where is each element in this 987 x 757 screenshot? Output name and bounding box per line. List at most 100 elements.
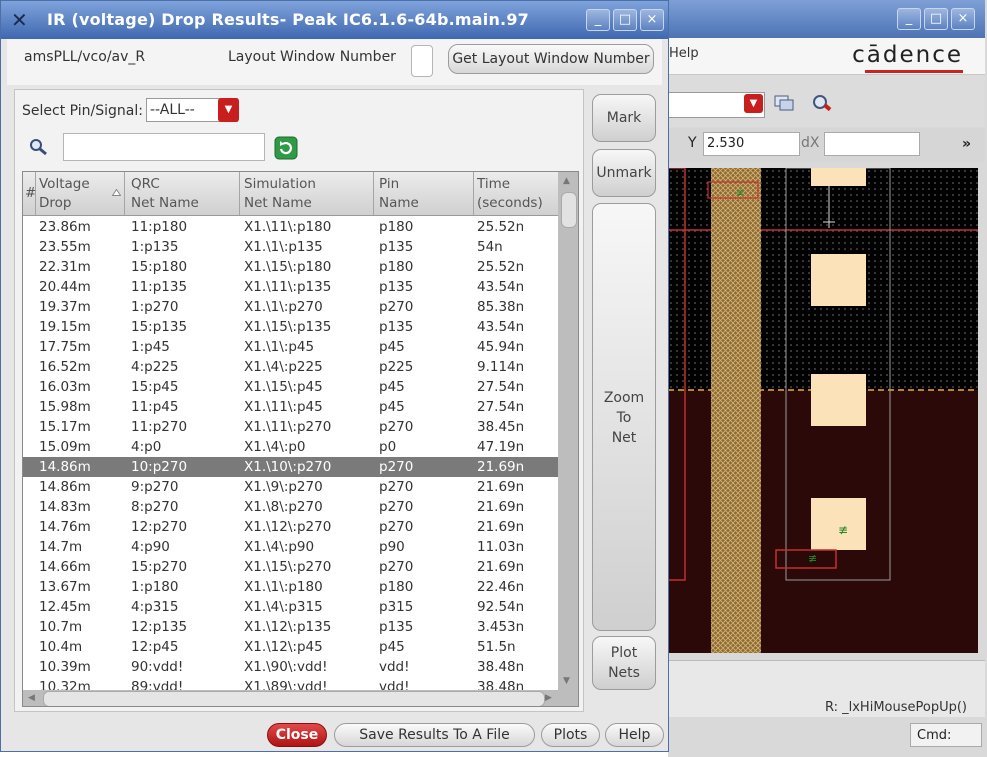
dialog-title: IR (voltage) Drop Results- Peak IC6.1.6-… xyxy=(47,10,529,29)
table-row[interactable]: 19.15m 15:p135 X1.\15\:p135 p135 43.54n xyxy=(23,317,558,337)
more-chevron-icon[interactable]: » xyxy=(962,136,971,152)
table-row[interactable]: 20.44m 11:p135 X1.\11\:p135 p135 43.54n xyxy=(23,277,558,297)
search-input[interactable] xyxy=(63,133,265,161)
layers-icon[interactable] xyxy=(773,93,795,113)
table-cell: 10.32m xyxy=(39,679,91,690)
table-cell: p270 xyxy=(379,499,414,515)
plot-nets-button[interactable]: Plot Nets xyxy=(592,636,656,690)
table-cell: 10:p270 xyxy=(131,459,188,475)
vertical-scroll-thumb[interactable] xyxy=(561,192,577,228)
refresh-icon[interactable] xyxy=(274,136,298,160)
table-cell: 27.54n xyxy=(477,379,525,395)
svg-text:≢: ≢ xyxy=(736,188,744,199)
minimize-button[interactable]: _ xyxy=(897,8,921,30)
column-qrc-net-name[interactable]: QRC Net Name xyxy=(131,175,199,213)
dialog-titlebar[interactable]: ✕ IR (voltage) Drop Results- Peak IC6.1.… xyxy=(1,1,668,39)
table-cell: p45 xyxy=(379,339,405,355)
table-cell: 15.17m xyxy=(39,419,91,435)
table-row[interactable]: 23.86m 11:p180 X1.\11\:p180 p180 25.52n xyxy=(23,217,558,237)
table-cell: p270 xyxy=(379,519,414,535)
table-row[interactable]: 12.45m 4:p315 X1.\4\:p315 p315 92.54n xyxy=(23,597,558,617)
results-table: # Voltage Drop QRC Net Name Simulation N… xyxy=(22,171,579,707)
table-row[interactable]: 14.86m 9:p270 X1.\9\:p270 p270 21.69n xyxy=(23,477,558,497)
table-cell: X1.\4\:p225 xyxy=(244,359,323,375)
scroll-up-icon[interactable]: ▲ xyxy=(563,176,570,186)
y-coordinate-field[interactable]: 2.530 xyxy=(703,132,800,156)
close-button[interactable]: Close xyxy=(267,723,327,747)
table-cell: 27.54n xyxy=(477,399,525,415)
horizontal-scroll-thumb[interactable] xyxy=(43,691,545,706)
layout-window-titlebar: _ □ × xyxy=(668,0,985,38)
table-cell: p45 xyxy=(379,639,405,655)
column-voltage-drop[interactable]: Voltage Drop xyxy=(39,175,90,213)
table-cell: X1.\11\:p180 xyxy=(244,219,332,235)
layout-window-number-label: Layout Window Number xyxy=(228,49,396,65)
zoom-icon[interactable] xyxy=(811,93,833,113)
get-layout-window-number-button[interactable]: Get Layout Window Number xyxy=(448,44,654,74)
table-row[interactable]: 14.76m 12:p270 X1.\12\:p270 p270 21.69n xyxy=(23,517,558,537)
column-pin-name[interactable]: Pin Name xyxy=(379,175,419,213)
column-simulation-net-name[interactable]: Simulation Net Name xyxy=(244,175,316,213)
table-cell: X1.\90\:vdd! xyxy=(244,659,328,675)
close-window-button[interactable]: × xyxy=(951,8,975,30)
svg-text:≢: ≢ xyxy=(808,552,817,565)
table-cell: 43.54n xyxy=(477,319,525,335)
table-row[interactable]: 16.03m 15:p45 X1.\15\:p45 p45 27.54n xyxy=(23,377,558,397)
vertical-scrollbar[interactable] xyxy=(558,172,578,690)
table-cell: p135 xyxy=(379,279,414,295)
table-cell: X1.\15\:p45 xyxy=(244,379,323,395)
table-cell: 23.55m xyxy=(39,239,91,255)
table-cell: 43.54n xyxy=(477,279,525,295)
table-row[interactable]: 10.39m 90:vdd! X1.\90\:vdd! vdd! 38.48n xyxy=(23,657,558,677)
table-row[interactable]: 15.98m 11:p45 X1.\11\:p45 p45 27.54n xyxy=(23,397,558,417)
table-cell: 47.19n xyxy=(477,439,525,455)
table-row[interactable]: 23.55m 1:p135 X1.\1\:p135 p135 54n xyxy=(23,237,558,257)
table-cell: 12:p135 xyxy=(131,619,188,635)
table-row[interactable]: 17.75m 1:p45 X1.\1\:p45 p45 45.94n xyxy=(23,337,558,357)
table-row[interactable]: 14.66m 15:p270 X1.\15\:p270 p270 21.69n xyxy=(23,557,558,577)
table-row[interactable]: 13.67m 1:p180 X1.\1\:p180 p180 22.46n xyxy=(23,577,558,597)
table-cell: p225 xyxy=(379,359,414,375)
layout-window-number-field[interactable] xyxy=(411,45,433,77)
table-cell: X1.\1\:p135 xyxy=(244,239,323,255)
scroll-right-icon[interactable]: ▶ xyxy=(545,693,552,703)
cmd-field[interactable]: Cmd: xyxy=(910,723,982,747)
unmark-button[interactable]: Unmark xyxy=(592,149,656,197)
dx-field[interactable] xyxy=(824,132,920,156)
table-row[interactable]: 16.52m 4:p225 X1.\4\:p225 p225 9.114n xyxy=(23,357,558,377)
maximize-button[interactable]: □ xyxy=(613,9,637,31)
column-time[interactable]: Time (seconds) xyxy=(477,175,543,213)
close-window-button[interactable]: × xyxy=(640,9,664,31)
header-line: Net Name xyxy=(244,195,312,211)
save-results-button[interactable]: Save Results To A File xyxy=(334,723,535,747)
table-row[interactable]: 10.4m 12:p45 X1.\12\:p45 p45 51.5n xyxy=(23,637,558,657)
table-body: 23.86m 11:p180 X1.\11\:p180 p180 25.52n 23.55… xyxy=(23,215,558,690)
table-cell: X1.\11\:p270 xyxy=(244,419,332,435)
mark-button[interactable]: Mark xyxy=(592,94,656,142)
help-button[interactable]: Help xyxy=(605,723,664,747)
table-row[interactable]: 14.7m 4:p90 X1.\4\:p90 p90 11.03n xyxy=(23,537,558,557)
table-cell: 22.31m xyxy=(39,259,91,275)
table-row[interactable]: 14.86m 10:p270 X1.\10\:p270 p270 21.69n xyxy=(23,457,558,477)
layout-canvas[interactable]: ≢ ≢ ≢ xyxy=(668,168,978,653)
table-row[interactable]: 14.83m 8:p270 X1.\8\:p270 p270 21.69n xyxy=(23,497,558,517)
menu-help[interactable]: Help xyxy=(669,46,699,61)
scroll-left-icon[interactable]: ◀ xyxy=(28,693,35,703)
minimize-button[interactable]: _ xyxy=(586,9,610,31)
table-cell: 12.45m xyxy=(39,599,91,615)
scroll-down-icon[interactable]: ▼ xyxy=(563,676,570,686)
table-row[interactable]: 10.7m 12:p135 X1.\12\:p135 p135 3.453n xyxy=(23,617,558,637)
dropdown-arrow-icon[interactable]: ▼ xyxy=(218,98,239,122)
button-line: To xyxy=(616,410,632,426)
table-row[interactable]: 19.37m 1:p270 X1.\1\:p270 p270 85.38n xyxy=(23,297,558,317)
maximize-button[interactable]: □ xyxy=(924,8,948,30)
table-row[interactable]: 15.17m 11:p270 X1.\11\:p270 p270 38.45n xyxy=(23,417,558,437)
plots-button[interactable]: Plots xyxy=(541,723,600,747)
table-row[interactable]: 10.32m 89:vdd! X1.\89\:vdd! vdd! 38.48n xyxy=(23,677,558,690)
zoom-to-net-button[interactable]: Zoom To Net xyxy=(592,203,656,631)
dropdown-arrow-icon[interactable]: ▼ xyxy=(744,94,763,113)
table-row[interactable]: 15.09m 4:p0 X1.\4\:p0 p0 47.19n xyxy=(23,437,558,457)
button-line: Nets xyxy=(608,665,640,681)
table-row[interactable]: 22.31m 15:p180 X1.\15\:p180 p180 25.52n xyxy=(23,257,558,277)
table-cell: 14.86m xyxy=(39,479,91,495)
